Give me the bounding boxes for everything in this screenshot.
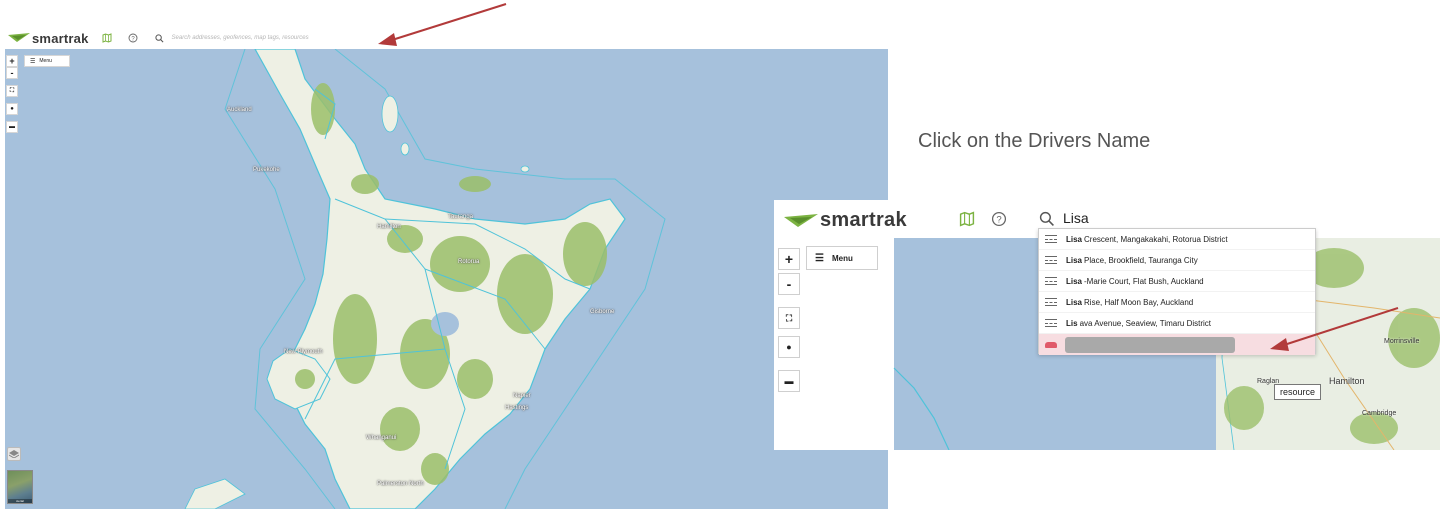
zoom-in-button[interactable]: + [778,248,800,270]
place-label: Pukekohe [253,167,280,173]
smartrak-logo[interactable]: smartrak [784,209,907,232]
place-label: Gisborne [590,309,615,315]
map-icon[interactable] [99,30,115,46]
svg-text:?: ? [996,215,1001,226]
search-bar[interactable]: Search addresses, geofences, map tags, r… [154,33,309,43]
fullscreen-icon[interactable]: ⛶ [778,307,800,329]
map-icon[interactable] [958,210,976,228]
top-bar: smartrak ? Search addresses, geofences, … [0,27,888,49]
help-icon[interactable]: ? [125,30,141,46]
search-result-address[interactable]: Lisa Crescent, Mangakakahi, Rotorua Dist… [1039,229,1315,250]
place-label: Auckland [227,107,252,113]
menu-label: Menu [831,253,853,263]
place-label: Napier [513,393,531,399]
app-name: smartrak [820,209,907,231]
fullscreen-icon[interactable]: ⛶ [6,85,18,97]
ruler-icon[interactable]: ▬ [778,370,800,392]
place-label: Whanganui [366,435,397,441]
search-icon [154,33,164,42]
aerial-layer-thumbnail[interactable]: Aerial [7,470,33,504]
place-label: Cambridge [1362,410,1397,417]
instruction-text: Click on the Drivers Name [918,130,1151,152]
place-label: Hamilton [377,224,401,230]
tooltip: resource [1274,384,1322,400]
street-icon [1045,298,1057,306]
help-icon[interactable]: ? [990,210,1008,228]
place-label: Tauranga [448,214,474,220]
location-pin-icon[interactable]: ● [6,103,18,115]
search-result-address[interactable]: Lis ava Avenue, Seaview, Timaru District [1039,313,1315,334]
search-result-driver[interactable] [1039,334,1315,355]
search-input[interactable]: Search addresses, geofences, map tags, r… [172,35,309,41]
zoom-in-button[interactable]: + [6,55,18,67]
search-input[interactable]: Lisa [1063,210,1089,226]
place-label: New Plymouth [284,349,323,355]
right-screenshot: Hamilton Cambridge Morrinsville Raglan +… [774,200,1440,450]
zoom-out-button[interactable]: - [778,273,800,295]
street-icon [1045,319,1057,327]
place-label: Rotorua [458,259,480,265]
smartrak-logo[interactable]: smartrak [8,27,89,49]
app-name: smartrak [32,30,89,46]
search-result-address[interactable]: Lisa Rise, Half Moon Bay, Auckland [1039,292,1315,313]
layers-icon[interactable] [7,447,21,461]
place-label: Palmerston North [377,481,424,487]
menu-icon: ☰ [30,58,36,65]
logo-swoosh-icon [784,213,818,227]
menu-label: Menu [39,58,52,64]
north-island-map [184,49,666,509]
aerial-label: Aerial [8,499,32,503]
menu-button[interactable]: ☰ Menu [24,55,70,67]
search-result-address[interactable]: Lisa -Marie Court, Flat Bush, Auckland [1039,271,1315,292]
menu-button[interactable]: ☰ Menu [806,246,878,270]
map-controls: + - ⛶ ● ▬ [6,55,18,133]
place-label: Hastings [505,405,529,411]
location-pin-icon[interactable]: ● [778,336,800,358]
place-label: Hamilton [1329,376,1365,386]
search-result-address[interactable]: Lisa Place, Brookfield, Tauranga City [1039,250,1315,271]
left-screenshot: smartrak ? Search addresses, geofences, … [0,0,888,509]
street-icon [1045,256,1057,264]
search-results-dropdown: Lisa Crescent, Mangakakahi, Rotorua Dist… [1038,228,1316,355]
street-icon [1045,277,1057,285]
logo-swoosh-icon [8,33,30,42]
menu-icon: ☰ [815,252,824,264]
street-icon [1045,235,1057,243]
place-label: Morrinsville [1384,338,1420,345]
tutorial-page: smartrak ? Search addresses, geofences, … [0,0,1440,509]
ruler-icon[interactable]: ▬ [6,121,18,133]
redacted-driver-name[interactable] [1065,336,1235,353]
zoom-out-button[interactable]: - [6,67,18,79]
search-icon[interactable] [1038,210,1056,228]
vehicle-icon [1045,341,1057,348]
map-view[interactable]: Auckland Pukekohe Hamilton Tauranga Roto… [5,49,888,509]
